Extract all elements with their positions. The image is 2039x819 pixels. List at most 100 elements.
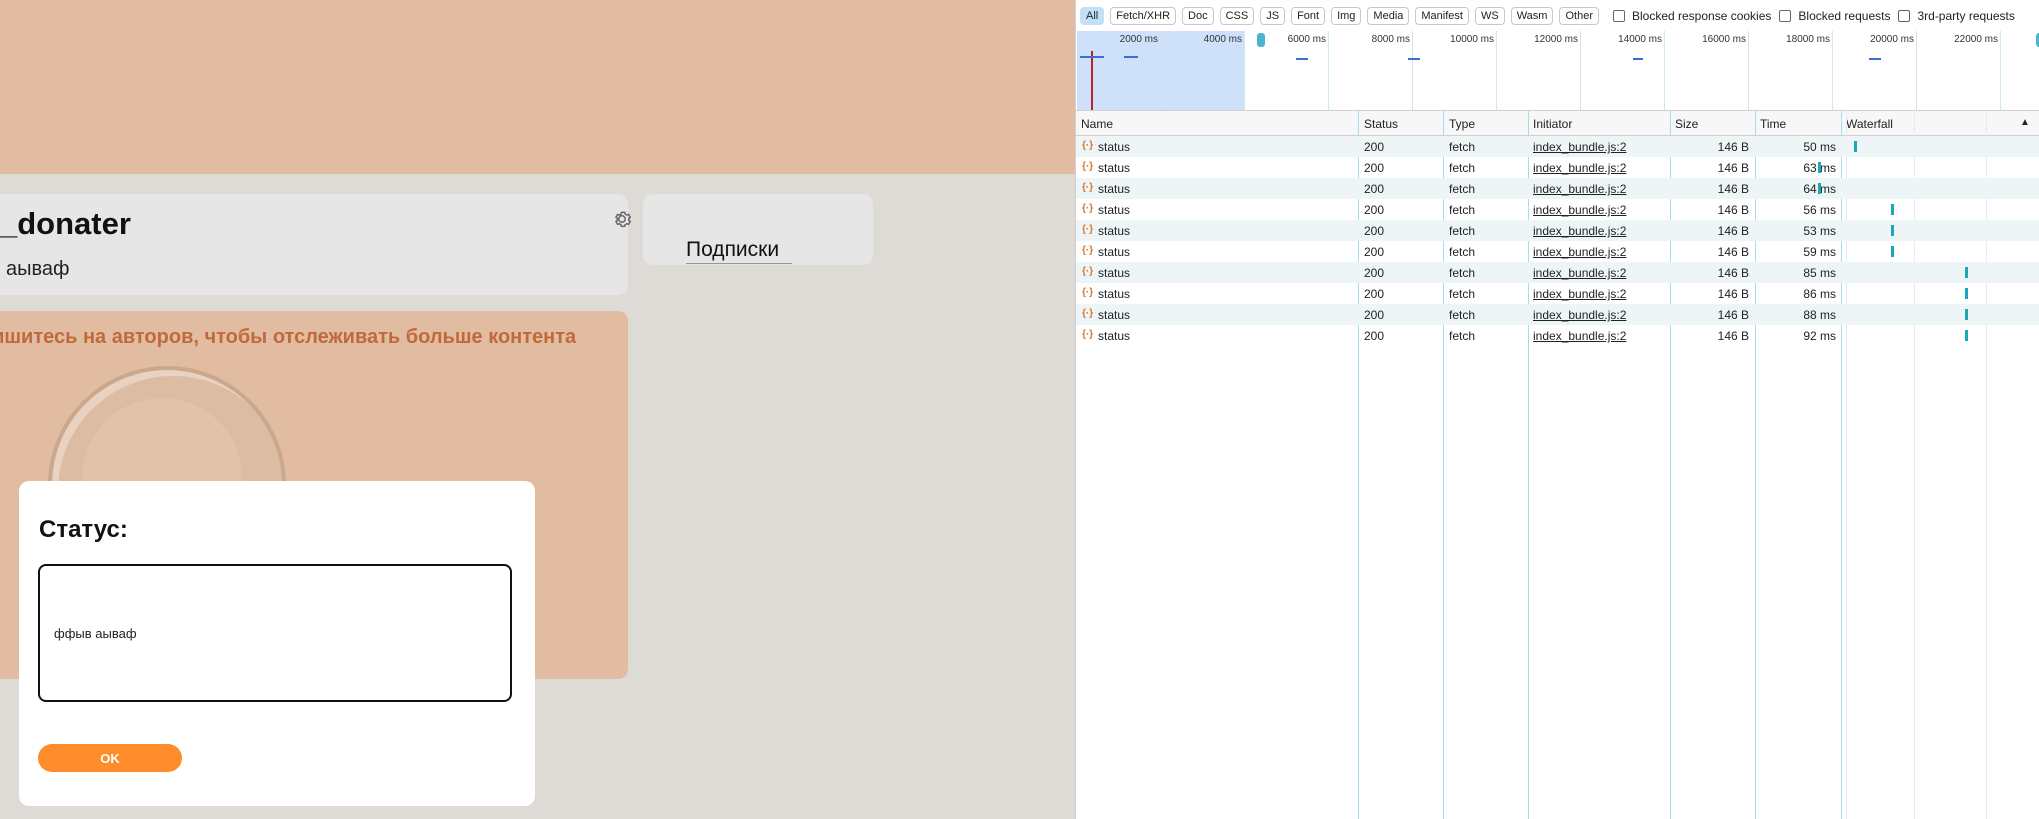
timeline-gridline xyxy=(1328,31,1329,110)
col-type[interactable]: Type xyxy=(1449,117,1475,131)
request-size: 146 B xyxy=(1717,161,1749,175)
request-size: 146 B xyxy=(1717,182,1749,196)
request-initiator-link[interactable]: index_bundle.js:2 xyxy=(1533,203,1626,217)
timeline-tick-label: 4000 ms xyxy=(1203,34,1242,45)
sort-ascending-icon[interactable]: ▲ xyxy=(2020,117,2030,128)
request-time: 50 ms xyxy=(1803,140,1836,154)
col-time[interactable]: Time xyxy=(1760,117,1786,131)
request-row[interactable]: {·} status 200 fetch index_bundle.js:2 146 B 5… xyxy=(1076,241,2039,262)
third-party-checkbox[interactable]: 3rd-party requests xyxy=(1898,8,2015,23)
timeline-tick-label: 8000 ms xyxy=(1371,34,1410,45)
request-row[interactable]: {·} status 200 fetch index_bundle.js:2 146 B 6… xyxy=(1076,178,2039,199)
request-name[interactable]: status xyxy=(1098,287,1130,301)
fetch-icon: {·} xyxy=(1082,224,1094,235)
request-name[interactable]: status xyxy=(1098,329,1130,343)
filter-all[interactable]: All xyxy=(1080,6,1105,25)
timeline-gridline xyxy=(1160,31,1161,110)
request-row[interactable]: {·} status 200 fetch index_bundle.js:2 146 B 8… xyxy=(1076,283,2039,304)
request-initiator-link[interactable]: index_bundle.js:2 xyxy=(1533,161,1626,175)
request-initiator-link[interactable]: index_bundle.js:2 xyxy=(1533,182,1626,196)
blocked-requests-checkbox[interactable]: Blocked requests xyxy=(1779,9,1890,23)
request-type: fetch xyxy=(1449,308,1476,322)
subscriptions-card: Подписки xyxy=(643,194,873,265)
request-name[interactable]: status xyxy=(1098,203,1130,217)
request-row[interactable]: {·} status 200 fetch index_bundle.js:2 146 B 9… xyxy=(1076,325,2039,346)
filter-css[interactable]: CSS xyxy=(1219,6,1255,25)
request-initiator-link[interactable]: index_bundle.js:2 xyxy=(1533,224,1626,238)
request-type: fetch xyxy=(1449,287,1476,301)
request-status: 200 xyxy=(1364,203,1385,217)
request-name[interactable]: status xyxy=(1098,308,1130,322)
fetch-icon: {·} xyxy=(1082,329,1094,340)
ok-button[interactable]: OK xyxy=(38,744,182,772)
checkbox-box[interactable] xyxy=(1779,9,1792,22)
timeline-tick-label: 18000 ms xyxy=(1786,34,1830,45)
checkbox-box[interactable] xyxy=(1612,9,1625,22)
timeline-overview[interactable]: 2000 ms 4000 ms 6000 ms 8000 ms 10000 ms 1200… xyxy=(1076,31,2039,111)
request-status: 200 xyxy=(1364,287,1385,301)
waterfall-bar xyxy=(1818,162,1821,173)
request-type: fetch xyxy=(1449,161,1476,175)
fetch-icon: {·} xyxy=(1082,203,1094,214)
checkbox-label: 3rd-party requests xyxy=(1917,8,2015,23)
timeline-handle-left[interactable] xyxy=(1257,33,1265,47)
waterfall-bar xyxy=(1891,225,1894,236)
status-input[interactable]: ффыв аываф xyxy=(38,564,512,702)
blocked-cookies-checkbox[interactable]: Blocked response cookies xyxy=(1612,9,1771,23)
filter-doc[interactable]: Doc xyxy=(1182,6,1214,25)
request-row[interactable]: {·} status 200 fetch index_bundle.js:2 146 B 6… xyxy=(1076,157,2039,178)
col-status[interactable]: Status xyxy=(1364,117,1398,131)
request-initiator-link[interactable]: index_bundle.js:2 xyxy=(1533,287,1626,301)
request-initiator-link[interactable]: index_bundle.js:2 xyxy=(1533,266,1626,280)
request-row[interactable]: {·} status 200 fetch index_bundle.js:2 146 B 5… xyxy=(1076,199,2039,220)
request-row[interactable]: {·} status 200 fetch index_bundle.js:2 146 B 8… xyxy=(1076,304,2039,325)
subscriptions-tab[interactable]: Подписки xyxy=(686,238,779,262)
timeline-request-mark xyxy=(1296,58,1308,60)
request-initiator-link[interactable]: index_bundle.js:2 xyxy=(1533,140,1626,154)
request-time: 85 ms xyxy=(1803,266,1836,280)
request-time: 86 ms xyxy=(1803,287,1836,301)
waterfall-bar xyxy=(1891,204,1894,215)
filter-manifest[interactable]: Manifest xyxy=(1415,6,1469,25)
request-name[interactable]: status xyxy=(1098,266,1130,280)
timeline-request-mark xyxy=(1408,58,1420,60)
col-name[interactable]: Name xyxy=(1081,117,1113,131)
filter-font[interactable]: Font xyxy=(1291,6,1326,25)
load-marker xyxy=(1091,51,1093,110)
request-row[interactable]: {·} status 200 fetch index_bundle.js:2 146 B 8… xyxy=(1076,262,2039,283)
filter-ws[interactable]: WS xyxy=(1474,6,1505,25)
request-initiator-link[interactable]: index_bundle.js:2 xyxy=(1533,329,1626,343)
filter-fetch-xhr[interactable]: Fetch/XHR xyxy=(1110,6,1177,25)
timeline-gridline xyxy=(1748,31,1749,110)
request-name[interactable]: status xyxy=(1098,182,1130,196)
col-initiator[interactable]: Initiator xyxy=(1533,117,1572,131)
timeline-tick-label: 14000 ms xyxy=(1618,34,1662,45)
filter-js[interactable]: JS xyxy=(1260,6,1286,25)
timeline-tick-label: 12000 ms xyxy=(1534,34,1578,45)
request-type: fetch xyxy=(1449,245,1476,259)
request-row[interactable]: {·} status 200 fetch index_bundle.js:2 146 B 5… xyxy=(1076,220,2039,241)
request-status: 200 xyxy=(1364,161,1385,175)
filter-media[interactable]: Media xyxy=(1367,6,1410,25)
request-name[interactable]: status xyxy=(1098,245,1130,259)
gear-icon[interactable] xyxy=(611,208,633,230)
request-name[interactable]: status xyxy=(1098,161,1130,175)
checkbox-box[interactable] xyxy=(1898,9,1911,22)
request-name[interactable]: status xyxy=(1098,140,1130,154)
request-row[interactable]: {·} status 200 fetch index_bundle.js:2 146 B 5… xyxy=(1076,136,2039,157)
timeline-tick-label: 6000 ms xyxy=(1287,34,1326,45)
request-name[interactable]: status xyxy=(1098,224,1130,238)
request-initiator-link[interactable]: index_bundle.js:2 xyxy=(1533,245,1626,259)
filter-wasm[interactable]: Wasm xyxy=(1510,6,1554,25)
table-header: Name Status Type Initiator Size Time Wat… xyxy=(1076,111,2039,136)
filter-other[interactable]: Other xyxy=(1559,6,1599,25)
request-type: fetch xyxy=(1449,182,1476,196)
profile-status: аываф xyxy=(6,258,70,280)
col-size[interactable]: Size xyxy=(1675,117,1698,131)
timeline-gridline xyxy=(1916,31,1917,110)
request-size: 146 B xyxy=(1717,329,1749,343)
fetch-icon: {·} xyxy=(1082,161,1094,172)
filter-img[interactable]: Img xyxy=(1331,6,1362,25)
request-initiator-link[interactable]: index_bundle.js:2 xyxy=(1533,308,1626,322)
col-waterfall[interactable]: Waterfall xyxy=(1846,117,1893,131)
